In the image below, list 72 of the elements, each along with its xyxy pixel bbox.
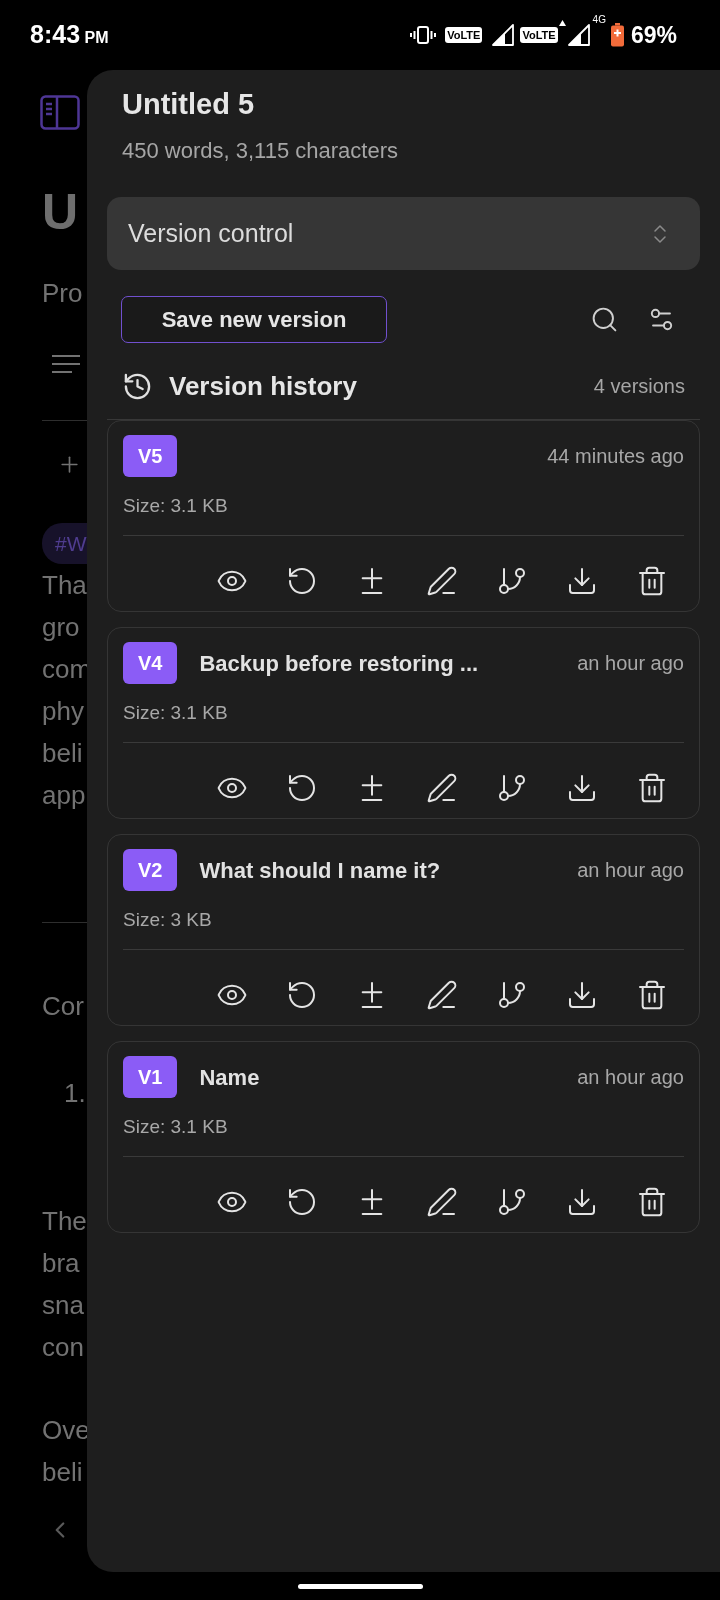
branch-icon[interactable] [496,772,528,804]
rotate-left-icon[interactable] [286,979,318,1011]
status-time: 8:43 PM [30,19,109,51]
version-name: What should I name it? [199,856,441,885]
version-size: Size: 3.1 KB [123,1115,228,1139]
trash-icon[interactable] [636,979,668,1011]
version-time: 44 minutes ago [547,444,684,469]
download-icon[interactable] [566,772,598,804]
vibrate-icon [410,26,437,44]
document-title: U [42,184,80,240]
body-text-line: beli [42,1456,84,1489]
body-text-line: gro [42,611,81,644]
up-arrow-icon [558,19,566,26]
version-badge: V5 [123,435,178,477]
version-badge: V2 [123,849,178,891]
rotate-left-icon[interactable] [286,772,318,804]
pencil-icon[interactable] [426,565,458,597]
version-badge: V1 [123,1056,178,1098]
battery-icon [609,23,625,47]
section-title: Version history [169,369,357,403]
version-card[interactable]: V5 44 minutes ago Size: 3.1 KB [107,420,700,612]
battery-level: 69% [630,20,677,50]
branch-icon[interactable] [496,979,528,1011]
version-name: Backup before restoring ... [199,649,479,678]
body-text-line: bra [42,1247,81,1280]
pencil-icon[interactable] [426,772,458,804]
version-badge: V4 [123,642,178,684]
download-icon[interactable] [566,565,598,597]
download-icon[interactable] [566,1186,598,1218]
signal-icon [492,24,515,46]
rotate-left-icon[interactable] [286,565,318,597]
branch-icon[interactable] [496,1186,528,1218]
version-size: Size: 3.1 KB [123,701,228,725]
body-text-line: Ove [42,1414,87,1447]
body-text-line: sna [42,1289,85,1322]
version-time: an hour ago [577,651,684,676]
volte-badge: VoLTE [445,27,483,43]
version-time: an hour ago [577,1065,684,1090]
section-heading: Cor [42,990,85,1023]
version-card[interactable]: V1 Name an hour ago Size: 3.1 KB [107,1041,700,1233]
volte-badge: VoLTE [520,27,558,43]
rotate-left-icon[interactable] [286,1186,318,1218]
list-number: 1. [64,1077,87,1110]
version-time: an hour ago [577,858,684,883]
version-count: 4 versions [593,374,685,399]
align-left-icon[interactable] [52,354,80,374]
trash-icon[interactable] [636,772,668,804]
version-card[interactable]: V2 What should I name it? an hour ago Size: 3 KB [107,834,700,1026]
panel-title: Untitled 5 [122,87,255,122]
version-card[interactable]: V4 Backup before restoring ... an hour ago Size: 3.1 KB [107,627,700,819]
version-size: Size: 3.1 KB [123,494,228,518]
body-text-line: con [42,1331,85,1364]
download-icon[interactable] [566,979,598,1011]
trash-icon[interactable] [636,565,668,597]
pencil-icon[interactable] [426,1186,458,1218]
body-text-line: beli [42,737,84,770]
search-icon[interactable] [590,305,619,334]
network-type: 4G [592,13,606,26]
version-size: Size: 3 KB [123,908,212,932]
version-dropdown[interactable]: Version control [107,197,700,270]
document-subtitle: Pro [42,277,84,310]
body-text-line: phy [42,695,85,728]
trash-icon[interactable] [636,1186,668,1218]
version-name: Name [199,1063,260,1092]
body-text-line: The [42,1205,87,1238]
save-version-button[interactable]: Save new version [121,296,387,343]
signal-icon [567,24,590,46]
branch-icon[interactable] [496,565,528,597]
body-text-line: app [42,779,87,812]
pencil-icon[interactable] [426,979,458,1011]
document-stats: 450 words, 3,115 characters [122,137,398,165]
body-text-line: Tha [42,569,87,602]
